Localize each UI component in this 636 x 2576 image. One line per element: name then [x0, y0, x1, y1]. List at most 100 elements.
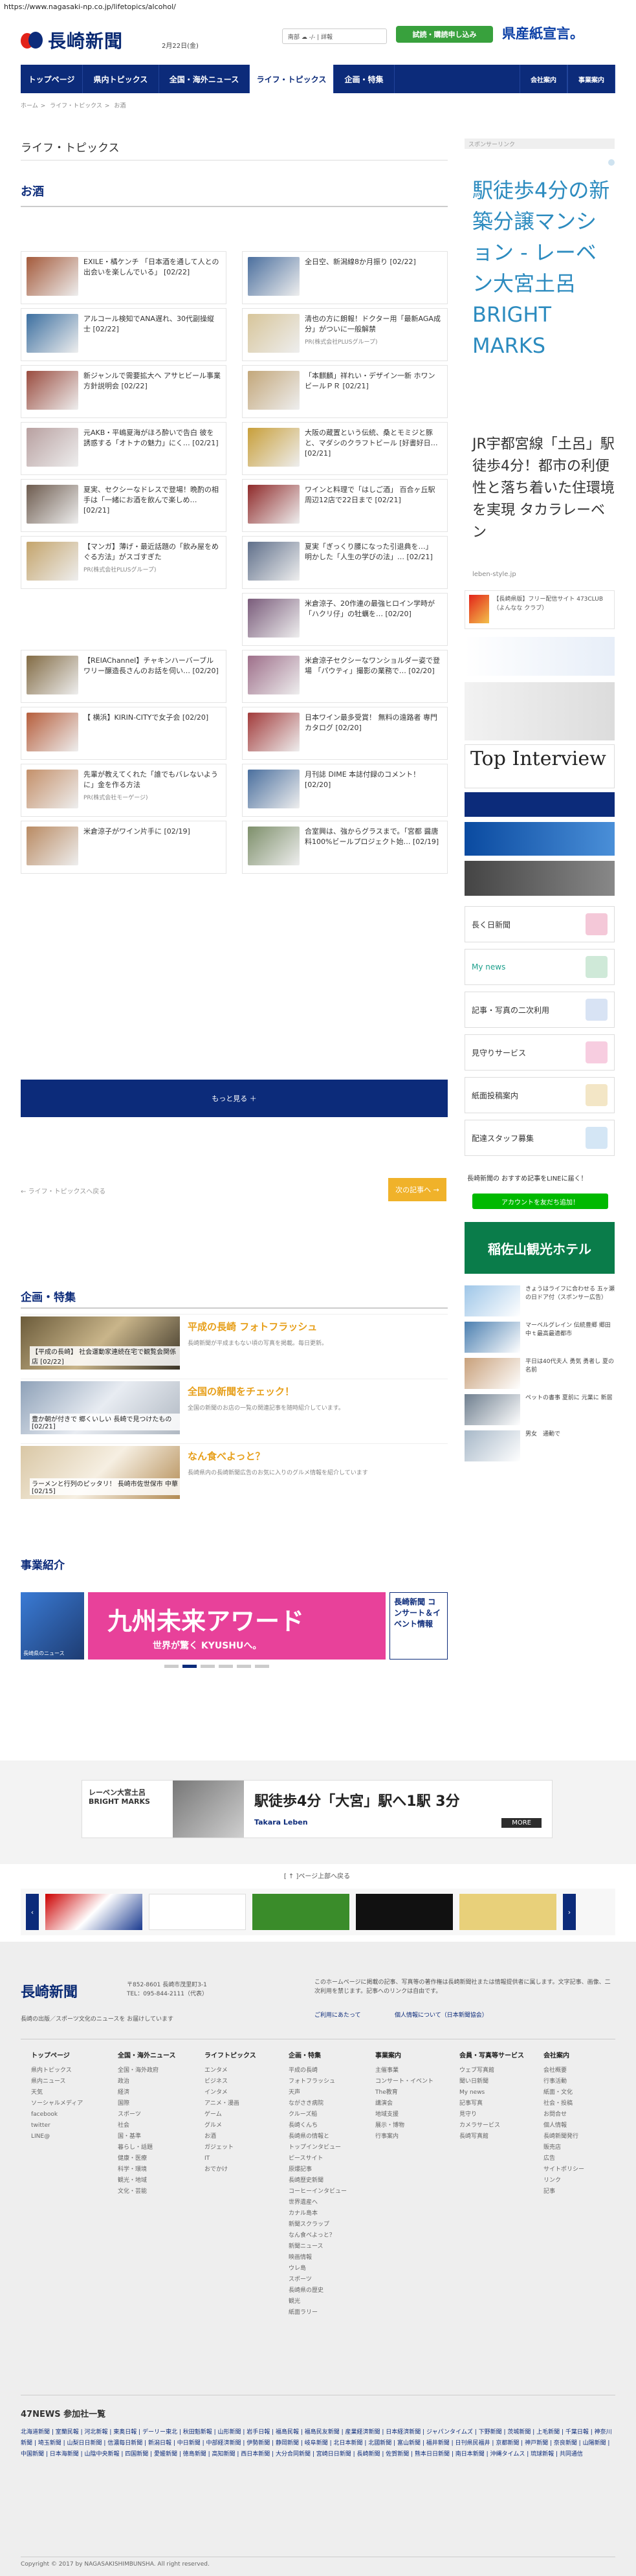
footer-link[interactable]: なん食べよっと？: [289, 2230, 366, 2241]
footer-link[interactable]: 経済: [118, 2087, 195, 2098]
article-card[interactable]: 先輩が教えてくれた「誰でもバレないように」金を作る方法 PR(株式会社モーゲージ): [21, 764, 226, 817]
kyushu-banner[interactable]: [465, 792, 615, 817]
ad-url[interactable]: leben-style.jp: [472, 571, 516, 578]
article-card[interactable]: 米倉涼子、20作連の最強ヒロイン学時が「ハクリ仔」の牡蠣を… [02/20]: [242, 593, 448, 646]
site-logo[interactable]: 長崎新聞: [21, 27, 157, 53]
top-interview-banner[interactable]: Top Interview: [465, 744, 615, 788]
footer-link[interactable]: 広告: [543, 2153, 621, 2164]
footer-link[interactable]: 暮らし・話題: [118, 2142, 195, 2153]
footer-link[interactable]: スポーツ: [118, 2109, 195, 2120]
footer-link[interactable]: ビジネス: [204, 2076, 282, 2087]
sidebar-box-mimamori[interactable]: 見守りサービス: [465, 1034, 615, 1071]
footer-link[interactable]: 長崎歴史新聞: [289, 2175, 366, 2186]
footer-link[interactable]: ピースサイト: [289, 2153, 366, 2164]
footer-link[interactable]: 聞い日新聞: [459, 2076, 537, 2087]
footer-link[interactable]: IT: [204, 2153, 282, 2164]
sidebar-small-item[interactable]: きょうはライフに合わせる 五ヶ瀬の日ドア付（スポンサー広告）: [465, 1285, 615, 1318]
weather-widget[interactable]: 南部 ☁ -/- | 詳報: [282, 28, 387, 44]
hotel-banner[interactable]: 稲佐山観光ホテル: [465, 1222, 615, 1274]
carousel-prev-icon[interactable]: ‹: [26, 1894, 39, 1930]
footer-link[interactable]: カナル島本: [289, 2208, 366, 2219]
footer-link[interactable]: スポーツ: [289, 2274, 366, 2285]
article-card[interactable]: 合室興は、強からグラスまで。「宮都 醤唐料100%ビールプロジェクト始… [02…: [242, 821, 448, 874]
event-banner-right[interactable]: 長崎新聞 コンサート＆イベント情報: [389, 1592, 448, 1660]
footer-link[interactable]: 観光: [289, 2296, 366, 2307]
footer-link[interactable]: 長崎県の情報と: [289, 2131, 366, 2142]
footer-column-title[interactable]: 会員・写真等サービス: [459, 2050, 537, 2061]
footer-link[interactable]: エンタメ: [204, 2065, 282, 2076]
footer-column-title[interactable]: ライフトピックス: [204, 2050, 282, 2061]
footer-link[interactable]: ゲーム: [204, 2109, 282, 2120]
feature-item[interactable]: ラーメンと行列のピッタリ！ 長崎市佐世保市 中華 [02/15] なん食べよっと…: [21, 1443, 448, 1500]
footer-link[interactable]: 映画情報: [289, 2252, 366, 2263]
carousel-next-icon[interactable]: ›: [563, 1894, 576, 1930]
footer-link[interactable]: 記事写真: [459, 2098, 537, 2109]
event-banner-left[interactable]: 長崎県のニュース: [21, 1592, 84, 1660]
footer-link[interactable]: 展示・博物: [375, 2120, 453, 2131]
network-list[interactable]: 北海道新聞 | 室蘭民報 | 河北新報 | 東奥日報 | デーリー東北 | 秋田…: [21, 2427, 615, 2460]
partner-banner[interactable]: [252, 1894, 349, 1930]
footer-link[interactable]: 主催事業: [375, 2065, 453, 2076]
footer-terms-link[interactable]: 個人情報について（日本新聞協会）: [395, 2010, 488, 2019]
footer-link[interactable]: 長崎県の歴史: [289, 2285, 366, 2296]
article-card[interactable]: 米倉涼子がワイン片手に [02/19]: [21, 821, 226, 874]
footer-link[interactable]: リンク: [543, 2175, 621, 2186]
article-card[interactable]: 夏実、セクシーなドレスで登場！晩酌の相手は「一緒にお酒を飲んで楽しめ… [02/…: [21, 479, 226, 532]
nav-life-topics[interactable]: ライフ・トピックス: [250, 65, 334, 93]
heisei-banner[interactable]: [465, 682, 615, 740]
back-to-top-link[interactable]: [ ↑ ]ページ上部へ戻る: [246, 1871, 388, 1880]
nav-business[interactable]: 事業案内: [567, 65, 615, 93]
article-card[interactable]: 「本麒麟」祥れい・デザイン一新 ホワンビールＰＲ [02/21]: [242, 365, 448, 418]
article-card[interactable]: 新ジャンルで需要拡大へ アサヒビール事業方針説明会 [02/22]: [21, 365, 226, 418]
footer-link[interactable]: お酒: [204, 2131, 282, 2142]
ad-info-icon[interactable]: [608, 159, 615, 166]
footer-link[interactable]: LINE@: [31, 2131, 109, 2142]
footer-link[interactable]: 文化・芸能: [118, 2186, 195, 2197]
footer-link[interactable]: 社会: [118, 2120, 195, 2131]
nav-national[interactable]: 全国・海外ニュース: [159, 65, 250, 93]
sidebar-small-item[interactable]: 男女 通動で: [465, 1430, 615, 1463]
sidebar-box-staff[interactable]: 配達スタッフ募集: [465, 1120, 615, 1156]
footer-link[interactable]: 国際: [118, 2098, 195, 2109]
footer-link[interactable]: 長崎新聞発行: [543, 2131, 621, 2142]
sidebar-small-item[interactable]: ペットの書事 夏前に 元業に 新居: [465, 1394, 615, 1427]
footer-link[interactable]: 健康・医療: [118, 2153, 195, 2164]
footer-link[interactable]: 原爆記事: [289, 2164, 366, 2175]
article-card[interactable]: 清也の方に朗報！ドクター用「最新AGA成分」がついに一般解禁 PR(株式会社PLU…: [242, 308, 448, 361]
article-card[interactable]: 【マンガ】薄げ・最近話題の「飲み屋をめぐる方法」がスゴすぎた PR(株式会社PLU…: [21, 536, 226, 589]
footer-column-title[interactable]: 会社案内: [543, 2050, 621, 2061]
footer-link[interactable]: 世界遺産へ: [289, 2197, 366, 2208]
footer-link[interactable]: 新聞スクラップ: [289, 2219, 366, 2230]
event-banner-main[interactable]: 九州未来アワード 世界が驚く KYUSHUへ。: [88, 1592, 386, 1660]
feature-item[interactable]: 豊か朝が付きで 郷くいしい 長崎で見つけたもの [02/21] 全国の新聞をチェ…: [21, 1379, 448, 1436]
footer-link[interactable]: 県内ニュース: [31, 2076, 109, 2087]
footer-column-title[interactable]: 事業案内: [375, 2050, 453, 2061]
footer-link[interactable]: 新聞ニュース: [289, 2241, 366, 2252]
footer-link[interactable]: コーヒーインタビュー: [289, 2186, 366, 2197]
nav-company[interactable]: 会社案内: [520, 65, 567, 93]
footer-ad-banner[interactable]: レーベン大宮土呂 BRIGHT MARKS 駅徒歩4分「大宮」駅へ1駅 3分 T…: [82, 1780, 553, 1838]
header-slogan-banner[interactable]: 県産紙宣言。: [502, 23, 615, 47]
article-card[interactable]: 米倉涼子セクシーなワンショルダー姿で登場 「パウティ」撮影の業務で… [02/2…: [242, 650, 448, 703]
sidebar-box-reuse[interactable]: 記事・写真の二次利用: [465, 992, 615, 1028]
recruit-banner[interactable]: [465, 822, 615, 856]
promo-card[interactable]: 【長崎県版】フリー配信サイト 473CLUB（よんなな クラブ）: [465, 590, 615, 629]
article-card[interactable]: 全日空、新潟線8か月振り [02/22]: [242, 251, 448, 304]
footer-link[interactable]: クルーズ船: [289, 2109, 366, 2120]
sidebar-small-item[interactable]: 平日は40代夫人 勇気 勇者し 夏の名前: [465, 1358, 615, 1390]
article-card[interactable]: アルコール検知でANA遅れ、30代副操縦士 [02/22]: [21, 308, 226, 361]
footer-link[interactable]: 個人情報: [543, 2120, 621, 2131]
partner-banner[interactable]: [459, 1894, 556, 1930]
footer-link[interactable]: 観光・地域: [118, 2175, 195, 2186]
footer-link[interactable]: 全国・海外政府: [118, 2065, 195, 2076]
breadcrumb-section[interactable]: ライフ・トピックス: [50, 103, 102, 109]
trial-subscribe-button[interactable]: 試読・購読申し込み: [396, 26, 493, 43]
footer-link[interactable]: 見守り: [459, 2109, 537, 2120]
line-add-friend-button[interactable]: アカウントを友だち追加！: [472, 1194, 608, 1209]
footer-link[interactable]: ウレ島: [289, 2263, 366, 2274]
next-article-button[interactable]: 次の記事へ →: [388, 1178, 446, 1201]
carousel-dots[interactable]: [164, 1665, 281, 1669]
footer-link[interactable]: 販売店: [543, 2142, 621, 2153]
breadcrumb-home[interactable]: ホーム: [21, 103, 38, 109]
conan-banner[interactable]: [465, 637, 615, 676]
